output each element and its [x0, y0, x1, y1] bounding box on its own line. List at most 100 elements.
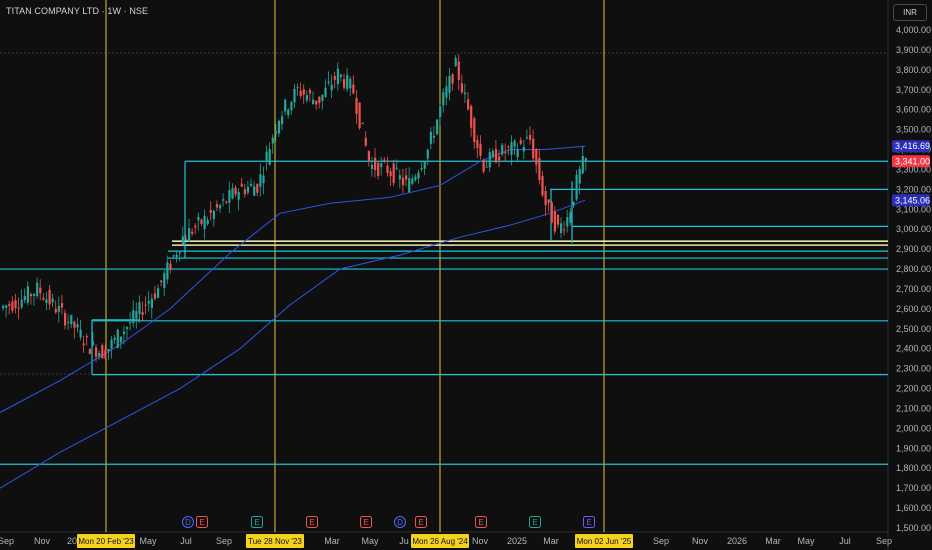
candle-body: [228, 190, 231, 203]
candle-body: [116, 329, 119, 348]
marker-letter: D: [185, 518, 191, 527]
candle-body: [184, 239, 188, 241]
candle-body: [346, 75, 349, 90]
price-tick-label: 1,500.00: [896, 523, 931, 533]
candle-body: [318, 96, 321, 104]
candle-body: [584, 158, 587, 161]
price-tick-label: 2,800.00: [896, 264, 931, 274]
candle-body: [135, 311, 138, 319]
candle-body: [147, 300, 150, 304]
candle-body: [405, 175, 408, 180]
candle-body: [510, 142, 513, 155]
candle-body: [581, 155, 584, 174]
candle-body: [361, 122, 364, 125]
candle: [482, 158, 485, 174]
candle-body: [290, 102, 293, 111]
candle: [436, 118, 439, 136]
candle-body: [429, 131, 432, 144]
candle-body: [529, 134, 532, 140]
candle-body: [48, 289, 51, 305]
candle-body: [315, 100, 318, 105]
highlighted-date-label: Mon 02 Jun '25: [577, 537, 632, 546]
candle-body: [445, 86, 448, 98]
candle-body: [206, 220, 209, 224]
candle-body: [250, 183, 253, 186]
candle-body: [302, 89, 305, 95]
marker-letter: E: [309, 518, 314, 527]
candle-body: [352, 84, 355, 94]
highlighted-date-label: Mon 20 Feb '23: [78, 537, 134, 546]
candle-body: [57, 305, 60, 312]
candle: [550, 200, 553, 223]
candle-body: [358, 102, 361, 128]
candle-body: [23, 295, 26, 301]
candle-body: [225, 201, 228, 203]
candle-body: [355, 98, 358, 115]
candle-body: [188, 228, 191, 242]
candle-body: [191, 231, 194, 234]
candle-body: [212, 210, 215, 220]
candle-body: [160, 280, 163, 283]
candle-body: [572, 201, 575, 206]
candle: [116, 328, 119, 349]
candle-body: [343, 79, 346, 88]
candle-body: [296, 87, 299, 89]
candle-body: [336, 68, 339, 85]
price-badge-text: 3,416.69: [895, 141, 930, 151]
price-tick-label: 2,200.00: [896, 384, 931, 394]
time-tick-label: Mar: [543, 536, 559, 546]
candle-body: [519, 140, 522, 144]
time-tick-label: Sep: [876, 536, 892, 546]
candle-body: [259, 174, 262, 187]
chart-title: TITAN COMPANY LTD · 1W · NSE: [6, 6, 149, 16]
candle-body: [439, 106, 442, 117]
candle-body: [417, 172, 420, 179]
candle-body: [79, 329, 82, 338]
candle-body: [231, 188, 234, 199]
candle-body: [305, 95, 308, 101]
marker-letter: E: [254, 518, 259, 527]
candle-body: [498, 156, 501, 161]
candle-body: [262, 175, 265, 184]
candle-body: [560, 223, 563, 233]
time-tick-label: Jul: [180, 536, 192, 546]
currency-button[interactable]: INR: [893, 4, 927, 21]
candle-body: [327, 81, 330, 83]
candle-body: [423, 161, 426, 169]
time-tick-label: May: [361, 536, 379, 546]
highlighted-date-label: Mon 26 Aug '24: [412, 537, 468, 546]
candle-body: [95, 347, 98, 357]
candle-body: [312, 99, 315, 105]
candle-body: [383, 159, 386, 162]
price-chart[interactable]: 4,000.00 3,900.00 3,800.00 3,700.00 3,600.00…: [0, 0, 932, 550]
candle-body: [470, 105, 473, 128]
chart-stage[interactable]: 4,000.00 3,900.00 3,800.00 3,700.00 3,600.00…: [0, 0, 932, 550]
candle-body: [29, 294, 33, 297]
time-tick-label: May: [797, 536, 815, 546]
candle-body: [287, 109, 290, 116]
plot-area: [0, 0, 888, 532]
candle-body: [380, 163, 383, 168]
candle-body: [67, 321, 70, 323]
time-tick-label: Nov: [692, 536, 709, 546]
price-tick-label: 3,500.00: [896, 125, 931, 135]
candle-body: [222, 199, 225, 201]
candle-body: [420, 168, 423, 170]
candle-body: [98, 352, 101, 357]
candle-body: [271, 137, 274, 144]
candle-body: [104, 349, 107, 359]
candle-body: [569, 212, 572, 223]
candle-body: [178, 252, 181, 254]
candle-body: [525, 137, 529, 139]
price-tick-label: 3,900.00: [896, 45, 931, 55]
candle-body: [166, 262, 169, 280]
candle-body: [200, 219, 203, 225]
candle-body: [256, 183, 259, 193]
candle-body: [522, 146, 525, 152]
candle-body: [5, 305, 8, 308]
candle-body: [426, 149, 429, 159]
candle-body: [516, 149, 519, 158]
price-badge-text: 3,341.00: [895, 156, 930, 166]
candle-body: [82, 343, 85, 346]
candle-body: [494, 149, 498, 163]
